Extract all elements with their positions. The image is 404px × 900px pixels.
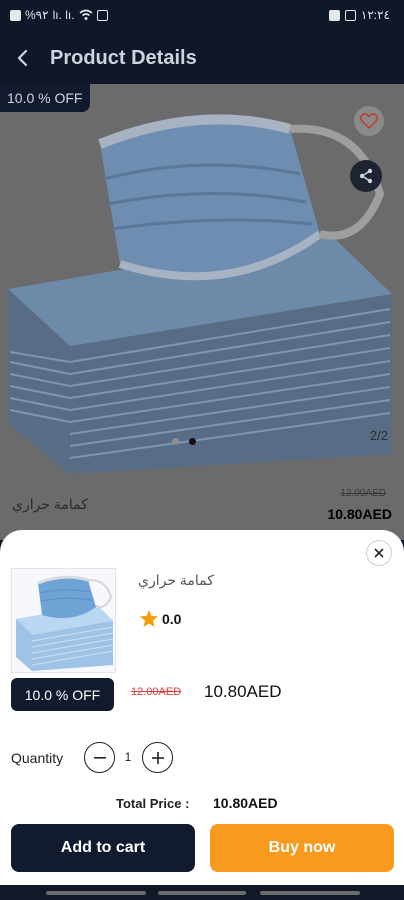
image-counter: 2/2 (369, 428, 388, 443)
back-arrow-icon (17, 49, 28, 67)
signal-text: lı. lı. (52, 8, 75, 22)
star-icon (140, 610, 158, 627)
carousel-dot[interactable] (172, 438, 179, 445)
product-image (8, 114, 392, 474)
buy-now-button[interactable]: Buy now (210, 824, 394, 872)
plus-icon (151, 751, 164, 764)
close-icon (374, 548, 384, 558)
quantity-label: Quantity (11, 750, 64, 766)
battery-percent: %٩٢ (25, 8, 49, 22)
check-icon (328, 9, 340, 21)
status-time: ١٢:٢٤ (360, 8, 390, 22)
battery-icon (96, 9, 108, 21)
product-old-price: 12.00AED (340, 488, 386, 499)
status-bar: %٩٢ lı. lı. ١٢:٢٤ (0, 0, 404, 32)
total-price-label: Total Price : (116, 796, 190, 811)
quantity-value: 1 (124, 750, 132, 764)
total-price-value: 10.80AED (213, 795, 278, 811)
add-to-cart-sheet: كمامة حراري 0.0 10.0 % OFF 12.00AED 10.8… (0, 530, 404, 885)
discount-badge: 10.0 % OFF (11, 678, 114, 711)
product-name: كمامة حراري (12, 496, 88, 512)
sheet-product-name: كمامة حراري (138, 572, 214, 588)
quantity-increase-button[interactable] (142, 742, 173, 773)
thumbnail-image (16, 575, 114, 671)
wifi-icon (79, 9, 93, 20)
notification-icon (10, 9, 21, 21)
favorite-button[interactable] (354, 106, 384, 136)
heart-icon (360, 113, 378, 129)
quantity-decrease-button[interactable] (84, 742, 115, 773)
page-title: Product Details (50, 46, 197, 69)
current-price: 10.80AED (204, 682, 282, 701)
nav-home[interactable] (158, 891, 246, 895)
minus-icon (93, 756, 106, 759)
nav-back[interactable] (46, 891, 146, 895)
back-button[interactable] (0, 32, 46, 84)
app-bar: Product Details (0, 32, 404, 84)
system-nav-bar (0, 885, 404, 900)
close-button[interactable] (366, 540, 392, 566)
product-price: 10.80AED (327, 506, 392, 522)
old-price: 12.00AED (131, 686, 182, 698)
carousel-dot-active[interactable] (189, 438, 196, 445)
rating-value: 0.0 (162, 610, 182, 627)
share-button[interactable] (350, 160, 382, 192)
gallery-icon (344, 9, 356, 21)
rating: 0.0 (140, 610, 181, 627)
nav-recents[interactable] (260, 891, 360, 895)
add-to-cart-button[interactable]: Add to cart (11, 824, 195, 872)
discount-tag: 10.0 % OFF (0, 84, 91, 112)
product-image-carousel[interactable]: 10.0 % OFF 2/2 (0, 84, 404, 480)
carousel-dots (172, 438, 196, 445)
share-icon (359, 168, 373, 184)
product-thumbnail (11, 568, 116, 673)
